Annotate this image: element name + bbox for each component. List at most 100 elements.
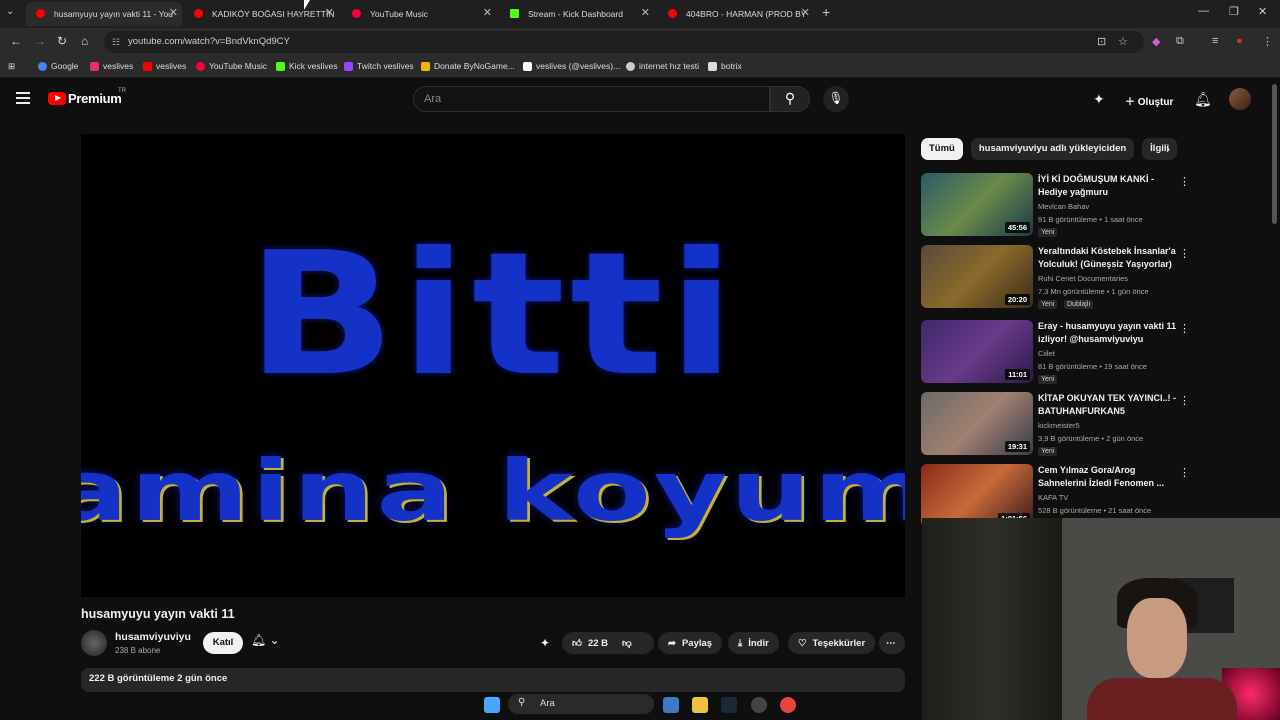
bookmark-donate[interactable]: Donate ByNoGame... (421, 61, 515, 71)
recommendation-title[interactable]: Yeraltındaki Köstebek İnsanlar'a Yolculu… (1038, 245, 1178, 271)
join-button[interactable]: Katıl (203, 632, 243, 654)
video-player[interactable]: Bitti amina koyum (81, 134, 905, 597)
share-button[interactable]: ➦ Paylaş (658, 632, 723, 654)
extension-icon[interactable]: ◆ (1152, 35, 1160, 48)
steam-icon[interactable] (721, 697, 737, 713)
premium-sparkle-icon[interactable]: ✦ (540, 636, 550, 650)
more-vertical-icon[interactable]: ⋮ (1179, 175, 1190, 188)
recommendation-channel[interactable]: Mevlcan Bahav (1038, 202, 1089, 211)
recommendation-title[interactable]: KİTAP OKUYAN TEK YAYINCI..! - BATUHANFUR… (1038, 392, 1178, 418)
obs-icon[interactable] (751, 697, 767, 713)
chrome-icon[interactable] (780, 697, 796, 713)
bookmark-twitch[interactable]: Twitch veslives (344, 61, 414, 71)
youtube-icon (143, 61, 152, 71)
apps-grid-icon[interactable]: ⊞ (8, 61, 15, 72)
recommendation-channel[interactable]: kickmeister5 (1038, 421, 1080, 430)
notifications-bell-icon[interactable]: 🔔︎ (1194, 91, 1212, 108)
tab-2[interactable]: KADIKÖY BOĞASI HAYRETTİN ✕ (184, 2, 338, 26)
recommendation-channel[interactable]: KAFA TV (1038, 493, 1068, 502)
download-button[interactable]: ⤓ İndir (728, 632, 779, 654)
close-tab-icon[interactable]: ✕ (641, 6, 650, 19)
close-tab-icon[interactable]: ✕ (169, 6, 178, 19)
create-button[interactable]: ＋ Oluştur (1117, 88, 1179, 110)
more-vertical-icon[interactable]: ⋮ (1179, 322, 1190, 335)
gallery-icon[interactable] (663, 697, 679, 713)
tab-1[interactable]: husamyuyu yayın vakti 11 - You ✕ (26, 2, 182, 26)
video-thumbnail[interactable]: 11:01 (921, 320, 1033, 383)
premium-brand[interactable]: Premium (68, 91, 122, 106)
recommendation-channel[interactable]: Ciilet (1038, 349, 1055, 358)
url-bar[interactable]: ☷ youtube.com/watch?v=BndVknQd9CY (104, 31, 1144, 53)
chevron-right-icon[interactable]: › (1166, 142, 1170, 156)
video-thumbnail[interactable]: 20:20 (921, 245, 1033, 308)
bookmark-google[interactable]: Google (38, 61, 78, 71)
site-info-icon[interactable]: ☷ (112, 37, 120, 48)
more-vertical-icon[interactable]: ⋮ (1179, 247, 1190, 260)
recommendation-channel[interactable]: Ruhi Cenet Documentaries (1038, 274, 1128, 283)
recommendation-title[interactable]: Cem Yılmaz Gora/Arog Sahnelerini İzledi … (1038, 464, 1178, 490)
recommendation-item[interactable]: 45:56 İYİ Kİ DOĞMUŞUM KANKİ - Hediye yağ… (921, 173, 1271, 237)
forward-arrow-icon[interactable]: → (34, 34, 46, 48)
recommendation-item[interactable]: 11:01 Eray - husamyuyu yayın vakti 11 iz… (921, 320, 1271, 384)
bookmark-speedtest[interactable]: internet hız testi (626, 61, 699, 71)
close-tab-icon[interactable]: ✕ (801, 6, 810, 19)
search-button[interactable]: ⚲ (770, 86, 810, 112)
bookmark-instagram[interactable]: veslives (90, 61, 133, 71)
back-arrow-icon[interactable]: ← (10, 34, 22, 48)
video-thumbnail[interactable]: 19:31 (921, 392, 1033, 455)
tab-4[interactable]: Stream - Kick Dashboard ✕ (500, 2, 654, 26)
bookmark-botrix[interactable]: botrix (708, 61, 742, 71)
channel-name[interactable]: husamviyuviyu (115, 631, 191, 643)
install-app-icon[interactable]: ⊡ (1097, 35, 1106, 48)
plus-icon: ＋ (1125, 97, 1138, 108)
close-tab-icon[interactable]: ✕ (325, 6, 334, 19)
tab-3[interactable]: YouTube Music ✕ (342, 2, 496, 26)
youtube-logo-icon[interactable] (48, 92, 66, 105)
recommendation-title[interactable]: İYİ Kİ DOĞMUŞUM KANKİ - Hediye yağmuru (1038, 173, 1178, 199)
windows-start-icon[interactable] (484, 697, 500, 713)
bookmark-kick[interactable]: Kick veslives (276, 61, 338, 71)
bookmark-star-icon[interactable]: ☆ (1118, 35, 1128, 48)
description-box[interactable]: 222 B görüntüleme 2 gün önce (81, 668, 905, 692)
minimize-icon[interactable]: — (1198, 5, 1209, 17)
chip-from-uploader[interactable]: husamviyuviyu adlı yükleyiciden (970, 138, 1135, 160)
close-window-icon[interactable]: ✕ (1258, 5, 1267, 18)
close-tab-icon[interactable]: ✕ (483, 6, 492, 19)
more-vertical-icon[interactable]: ⋮ (1179, 466, 1190, 479)
reload-icon[interactable]: ↻ (57, 34, 67, 48)
extensions-puzzle-icon[interactable]: ⧉ (1176, 35, 1184, 48)
recommendation-item[interactable]: 20:20 Yeraltındaki Köstebek İnsanlar'a Y… (921, 245, 1271, 309)
taskbar-search[interactable]: ⚲ Ara (508, 694, 654, 714)
channel-avatar[interactable] (81, 630, 107, 656)
premium-gear-icon[interactable]: ✦ (1093, 91, 1105, 108)
chip-related[interactable]: İlgili (1142, 138, 1178, 160)
youtube-favicon-icon (36, 9, 45, 18)
profile-icon[interactable]: ● (1236, 35, 1243, 47)
browser-menu-icon[interactable]: ⋮ (1262, 35, 1273, 48)
bookmark-youtube-music[interactable]: YouTube Music (196, 61, 267, 71)
bookmark-youtube[interactable]: veslives (143, 61, 186, 71)
hamburger-menu-icon[interactable] (16, 92, 30, 104)
thanks-button[interactable]: ♡ Teşekkürler (788, 632, 876, 654)
video-thumbnail[interactable]: 45:56 (921, 173, 1033, 236)
page-scrollbar[interactable] (1272, 84, 1277, 224)
more-actions-button[interactable]: ⋯ (879, 632, 905, 654)
subscribe-bell-icon[interactable]: 🔔︎ ⌄ (251, 633, 280, 647)
tab-search-chevron-icon[interactable]: ⌄ (6, 6, 14, 17)
new-tab-plus-icon[interactable]: + (822, 4, 830, 20)
maximize-icon[interactable]: ❐ (1229, 5, 1239, 18)
more-vertical-icon[interactable]: ⋮ (1179, 394, 1190, 407)
like-button[interactable]: 👍︎ 22 B 👎︎ (562, 632, 654, 654)
search-input[interactable]: Ara (413, 86, 770, 112)
media-control-icon[interactable]: ≡ (1212, 35, 1218, 47)
thumbs-down-icon[interactable]: 👎︎ (622, 637, 632, 649)
recommendation-item[interactable]: 19:31 KİTAP OKUYAN TEK YAYINCI..! - BATU… (921, 392, 1271, 456)
account-avatar[interactable] (1229, 88, 1251, 110)
chip-all[interactable]: Tümü (921, 138, 963, 160)
tab-5[interactable]: 404BRO - HARMAN (PROD BY ✕ (658, 2, 814, 26)
voice-search-button[interactable]: 🎙 (823, 86, 849, 112)
bookmark-tiktok[interactable]: veslives (@veslives)... (523, 61, 620, 71)
recommendation-title[interactable]: Eray - husamyuyu yayın vakti 11 izliyor!… (1038, 320, 1178, 346)
file-explorer-icon[interactable] (692, 697, 708, 713)
home-icon[interactable]: ⌂ (81, 34, 88, 48)
